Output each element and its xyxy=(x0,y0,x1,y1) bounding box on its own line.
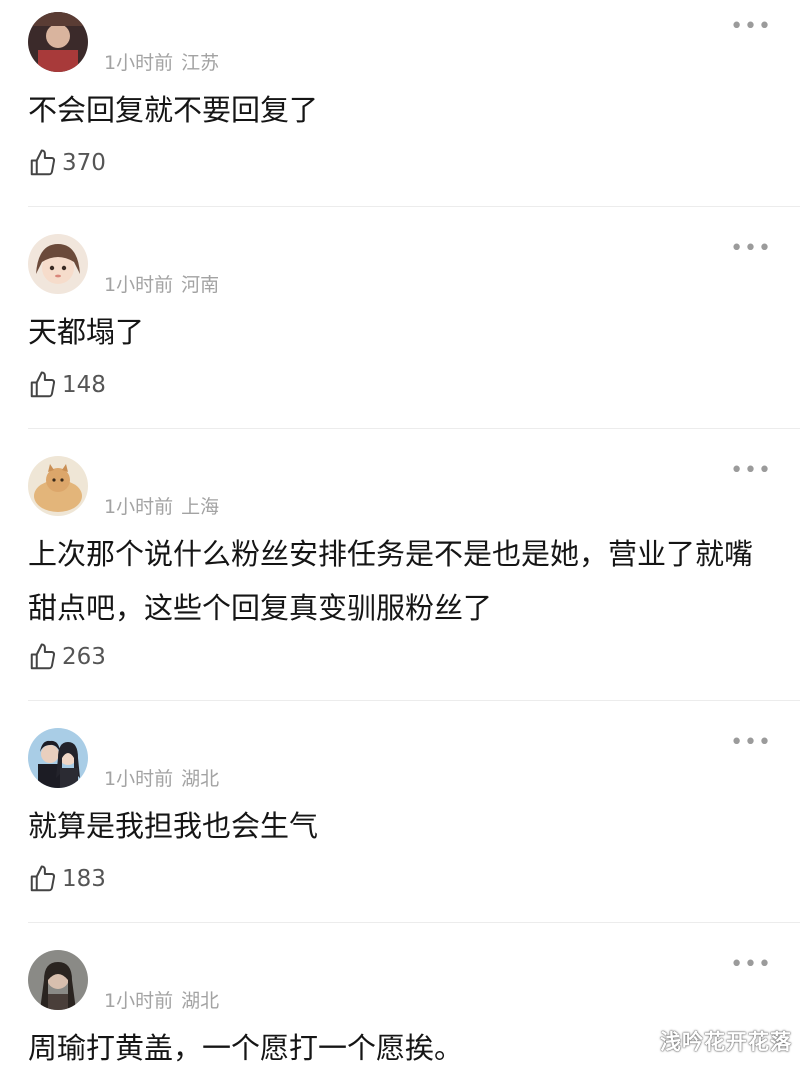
divider xyxy=(28,428,800,429)
comment-text: 就算是我担我也会生气 xyxy=(28,809,319,843)
comment-meta: 1小时前 湖北 xyxy=(104,764,219,791)
more-dots-icon[interactable]: ••• xyxy=(730,954,772,976)
more-dots-icon[interactable]: ••• xyxy=(730,732,772,754)
more-dots-icon[interactable]: ••• xyxy=(730,460,772,482)
thumbs-up-icon xyxy=(30,865,56,892)
comment-time: 1小时前 xyxy=(104,274,174,296)
avatar[interactable] xyxy=(28,950,88,1010)
comment-location: 湖北 xyxy=(181,990,220,1012)
divider xyxy=(28,922,800,923)
thumbs-up-icon xyxy=(30,149,56,176)
avatar[interactable] xyxy=(28,12,88,72)
comment-time: 1小时前 xyxy=(104,496,174,518)
thumbs-up-icon xyxy=(30,371,56,398)
comment-time: 1小时前 xyxy=(104,990,174,1012)
comment-location: 湖北 xyxy=(181,768,220,790)
comment-time: 1小时前 xyxy=(104,768,174,790)
like-button[interactable]: 263 xyxy=(28,642,106,672)
like-count: 148 xyxy=(62,372,106,398)
comment-meta: 1小时前 上海 xyxy=(104,492,219,519)
like-count: 263 xyxy=(62,644,106,670)
comment-text: 上次那个说什么粉丝安排任务是不是也是她，营业了就嘴甜点吧，这些个回复真变驯服粉丝… xyxy=(28,537,754,625)
comment-meta: 1小时前 湖北 xyxy=(104,986,219,1013)
comment-text: 天都塌了 xyxy=(28,315,145,349)
comment-time: 1小时前 xyxy=(104,52,174,74)
more-dots-icon[interactable]: ••• xyxy=(730,16,772,38)
avatar[interactable] xyxy=(28,728,88,788)
comment-meta: 1小时前 河南 xyxy=(104,270,219,297)
like-count: 370 xyxy=(62,150,106,176)
comment-text: 不会回复就不要回复了 xyxy=(28,93,319,127)
like-button[interactable]: 183 xyxy=(28,864,106,894)
comment-location: 江苏 xyxy=(181,52,220,74)
comment-location: 河南 xyxy=(181,274,220,296)
avatar[interactable] xyxy=(28,456,88,516)
thumbs-up-icon xyxy=(30,643,56,670)
divider xyxy=(28,206,800,207)
like-button[interactable]: 370 xyxy=(28,148,106,178)
avatar[interactable] xyxy=(28,234,88,294)
comment-meta: 1小时前 江苏 xyxy=(104,48,219,75)
like-count: 183 xyxy=(62,866,106,892)
watermark: 浅吟花开花落 xyxy=(660,1030,792,1054)
divider xyxy=(28,700,800,701)
more-dots-icon[interactable]: ••• xyxy=(730,238,772,260)
like-button[interactable]: 148 xyxy=(28,370,106,400)
comment-location: 上海 xyxy=(181,496,220,518)
